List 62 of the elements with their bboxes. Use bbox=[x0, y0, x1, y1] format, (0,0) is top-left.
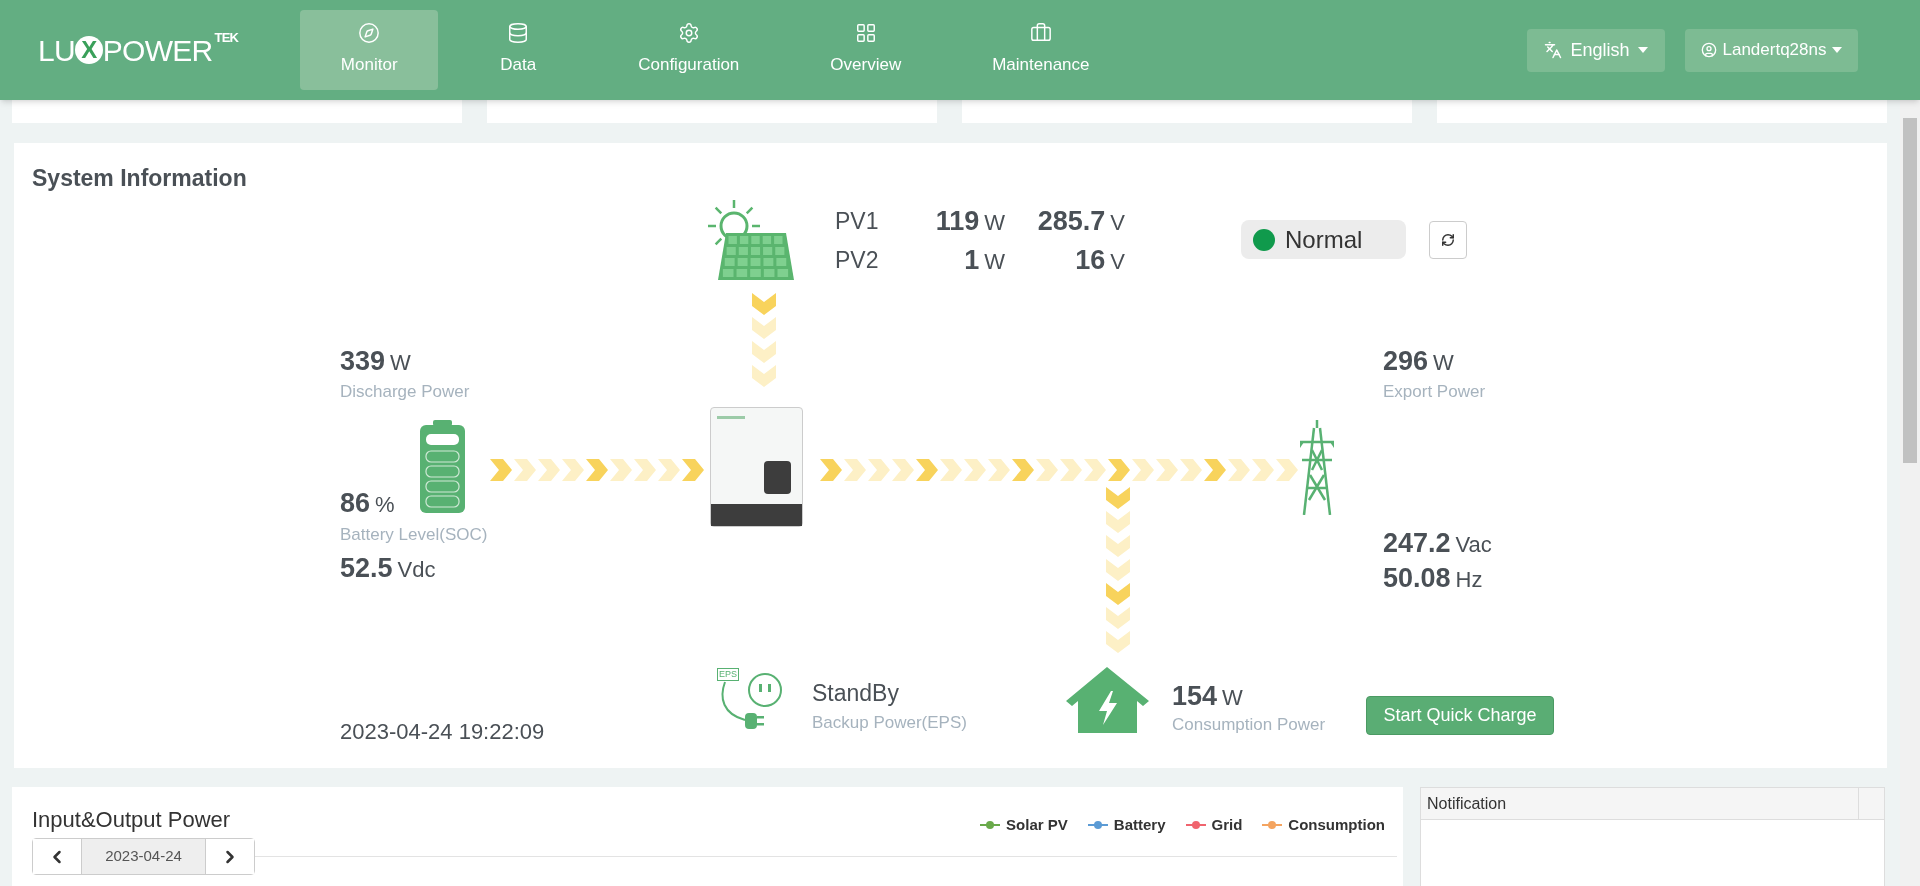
date-field[interactable]: 2023-04-24 bbox=[81, 839, 206, 874]
unit: Vac bbox=[1455, 531, 1492, 559]
unit: Hz bbox=[1455, 566, 1483, 594]
value: 50.08 bbox=[1383, 562, 1451, 595]
metric-label: Consumption Power bbox=[1172, 714, 1326, 736]
unit: V bbox=[1110, 209, 1125, 238]
quick-charge-button[interactable]: Start Quick Charge bbox=[1366, 696, 1554, 735]
legend-label: Grid bbox=[1211, 815, 1243, 835]
unit: W bbox=[1222, 684, 1243, 712]
value: 154 bbox=[1172, 680, 1218, 713]
refresh-button[interactable] bbox=[1429, 221, 1467, 259]
power-tower-icon bbox=[1300, 420, 1334, 515]
caret-icon bbox=[1832, 47, 1843, 53]
user-icon bbox=[1700, 42, 1717, 58]
refresh-icon bbox=[1441, 233, 1455, 247]
value: 86 bbox=[340, 487, 371, 520]
nav-icon bbox=[358, 22, 381, 45]
inverter-icon bbox=[710, 407, 803, 527]
language-icon bbox=[1544, 41, 1563, 59]
notification-header: Notification bbox=[1426, 793, 1508, 814]
value: 52.5 bbox=[340, 552, 393, 585]
status-badge: Normal bbox=[1241, 220, 1406, 259]
battery-icon bbox=[420, 420, 465, 513]
card-title: System Information bbox=[32, 164, 247, 193]
card-title: Input&Output Power bbox=[32, 806, 231, 834]
value: 285.7 bbox=[1037, 205, 1106, 239]
pv-label: PV1 bbox=[835, 207, 880, 237]
user-dropdown[interactable]: Landertq28ns bbox=[1685, 28, 1858, 72]
unit: W bbox=[1433, 349, 1454, 377]
value: 339 bbox=[340, 345, 386, 378]
language-dropdown[interactable]: English bbox=[1527, 28, 1665, 72]
value: 296 bbox=[1383, 345, 1429, 378]
legend-label: Solar PV bbox=[1006, 815, 1068, 835]
unit: W bbox=[390, 349, 411, 377]
unit: W bbox=[984, 248, 1005, 277]
nav-icon bbox=[507, 22, 530, 45]
value: 1 bbox=[964, 244, 980, 278]
pv-label: PV2 bbox=[835, 246, 880, 276]
value: 16 bbox=[1075, 244, 1106, 278]
value: 247.2 bbox=[1383, 527, 1451, 560]
nav-tab[interactable]: Configuration bbox=[598, 10, 780, 90]
metric-label: Export Power bbox=[1383, 381, 1486, 403]
value: 119 bbox=[935, 205, 980, 239]
legend-label: Consumption bbox=[1288, 815, 1385, 835]
timestamp: 2023-04-24 19:22:09 bbox=[340, 718, 545, 746]
unit: Vdc bbox=[397, 556, 436, 584]
caret-icon bbox=[1637, 47, 1648, 53]
eps-status: StandBy bbox=[812, 679, 899, 708]
nav-icon bbox=[677, 22, 700, 45]
metric-label: Battery Level(SOC) bbox=[340, 524, 488, 546]
nav-icon bbox=[854, 22, 877, 45]
nav-tab[interactable]: Overview bbox=[790, 10, 942, 90]
legend-label: Battery bbox=[1113, 815, 1166, 835]
nav-tab[interactable]: Monitor bbox=[300, 10, 439, 90]
nav-tab[interactable]: Maintenance bbox=[952, 10, 1130, 90]
nav-tab[interactable]: Data bbox=[449, 10, 588, 90]
unit: W bbox=[984, 209, 1005, 238]
house-icon bbox=[1065, 665, 1150, 733]
unit: V bbox=[1110, 248, 1125, 277]
metric-label: Backup Power(EPS) bbox=[812, 712, 967, 734]
metric-label: Discharge Power bbox=[340, 381, 470, 403]
unit: % bbox=[375, 491, 395, 519]
